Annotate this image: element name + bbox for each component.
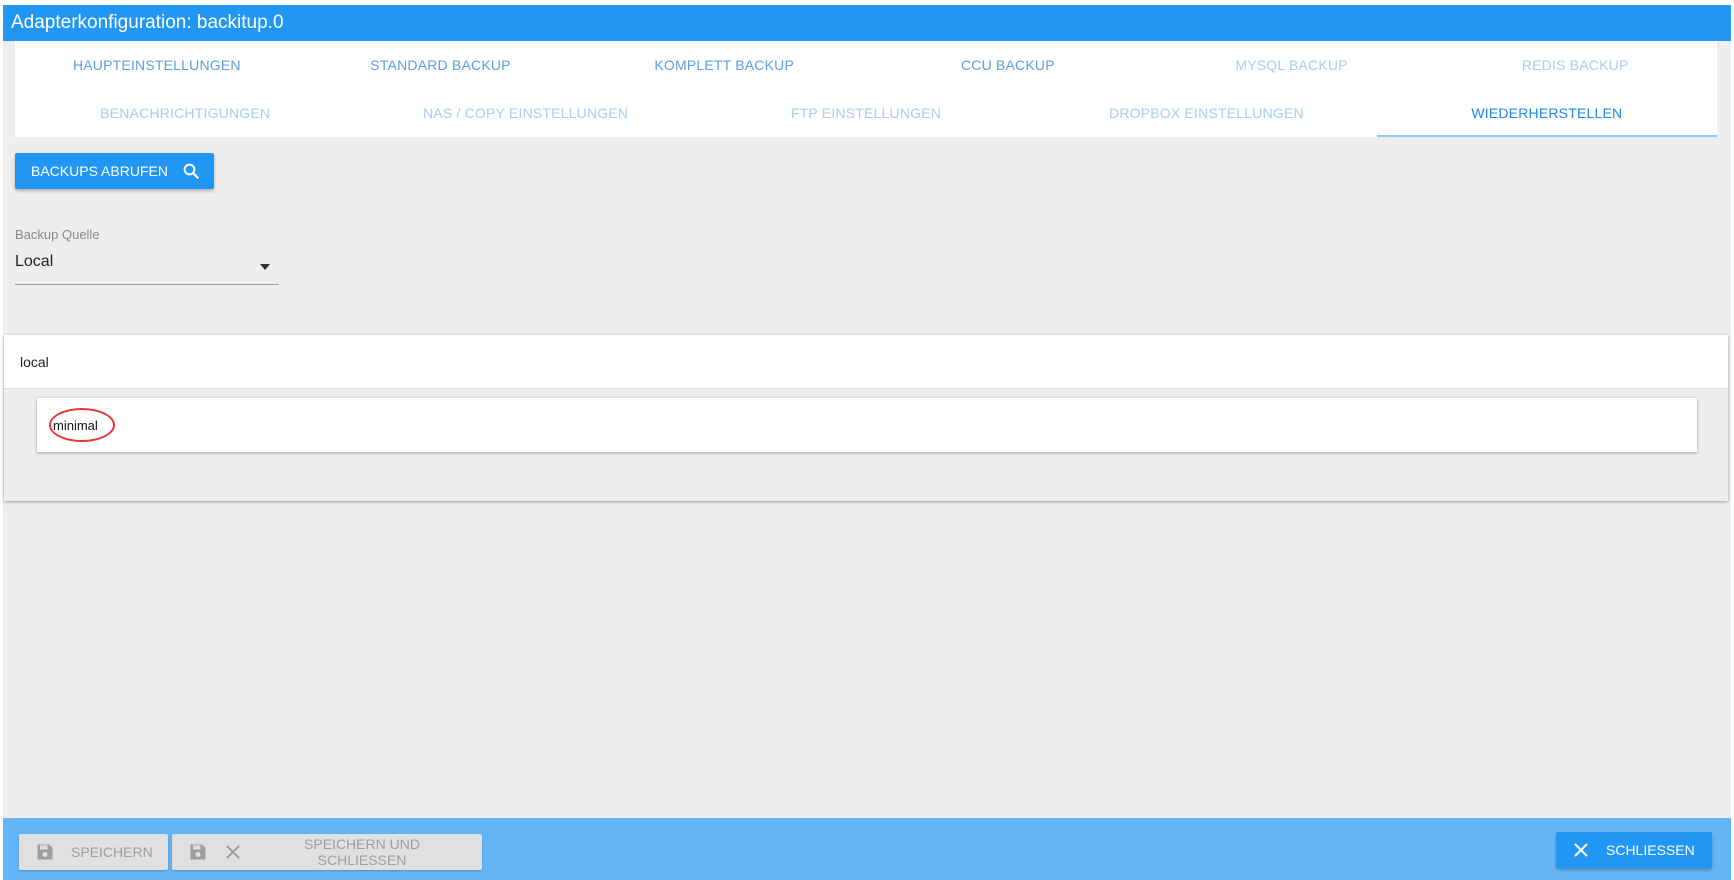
save-and-close-button[interactable]: SPEICHERN UND SCHLIESSEN (172, 834, 482, 870)
tab-dropbox-einstellungen[interactable]: DROPBOX EINSTELLUNGEN (1036, 89, 1376, 137)
tab-row-1: HAUPTEINSTELLUNGEN STANDARD BACKUP KOMPL… (15, 41, 1717, 89)
backup-source-dropdown[interactable]: Local (15, 253, 279, 285)
backup-source-select: Backup Quelle Local (15, 227, 279, 285)
tab-wiederherstellen[interactable]: WIEDERHERSTELLEN (1376, 89, 1718, 137)
settings-tabs: HAUPTEINSTELLUNGEN STANDARD BACKUP KOMPL… (15, 41, 1718, 137)
tab-haupteinstellungen[interactable]: HAUPTEINSTELLUNGEN (15, 41, 299, 89)
tab-row-2: BENACHRICHTIGUNGEN NAS / COPY EINSTELLUN… (15, 89, 1718, 137)
backup-item[interactable]: minimal (37, 398, 1697, 452)
close-button[interactable]: SCHLIESSEN (1556, 832, 1712, 868)
search-icon (182, 162, 200, 180)
backup-source-value: Local (15, 253, 54, 270)
save-and-close-label: SPEICHERN UND SCHLIESSEN (304, 836, 420, 868)
caret-down-icon (259, 258, 271, 276)
tab-redis-backup[interactable]: REDIS BACKUP (1433, 41, 1717, 89)
floppy-disk-icon (35, 842, 55, 862)
fetch-backups-button[interactable]: BACKUPS ABRUFEN (15, 153, 214, 189)
tab-mysql-backup[interactable]: MYSQL BACKUP (1150, 41, 1434, 89)
close-icon (1572, 841, 1590, 859)
save-button[interactable]: SPEICHERN (19, 834, 168, 870)
floppy-disk-icon (188, 842, 208, 862)
footer-toolbar: SPEICHERN SPEICHERN UND SCHLIESSEN SCHLI… (3, 818, 1731, 880)
annotation-circle (49, 408, 115, 442)
close-icon (224, 843, 242, 861)
tab-benachrichtigungen[interactable]: BENACHRICHTIGUNGEN (15, 89, 355, 137)
tab-standard-backup[interactable]: STANDARD BACKUP (299, 41, 583, 89)
close-label: SCHLIESSEN (1606, 842, 1695, 858)
save-label: SPEICHERN (71, 844, 153, 860)
backup-list-title: local (4, 335, 1728, 389)
window-title: Adapterkonfiguration: backitup.0 (3, 5, 1731, 41)
tab-ccu-backup[interactable]: CCU BACKUP (866, 41, 1150, 89)
tab-nas-copy-einstellungen[interactable]: NAS / COPY EINSTELLUNGEN (355, 89, 695, 137)
fetch-backups-label: BACKUPS ABRUFEN (31, 163, 168, 179)
tab-ftp-einstellungen[interactable]: FTP EINSTELLUNGEN (696, 89, 1036, 137)
backup-list-panel: local minimal (4, 335, 1728, 501)
tab-komplett-backup[interactable]: KOMPLETT BACKUP (582, 41, 866, 89)
backup-source-label: Backup Quelle (15, 227, 100, 242)
